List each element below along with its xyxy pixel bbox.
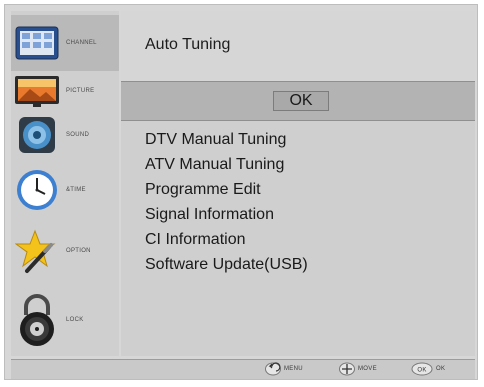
menu-item-dtv-manual-tuning[interactable]: DTV Manual Tuning	[145, 127, 308, 152]
hint-menu: MENU	[265, 362, 303, 376]
menu-item-software-update[interactable]: Software Update(USB)	[145, 252, 308, 277]
option-icon	[11, 225, 63, 277]
ok-button[interactable]: OK	[273, 91, 329, 111]
sidebar-item-label: CHANNEL	[66, 40, 97, 46]
sidebar-item-label: LOCK	[66, 317, 84, 323]
menu-item-atv-manual-tuning[interactable]: ATV Manual Tuning	[145, 152, 308, 177]
hint-label: OK	[436, 366, 446, 372]
sidebar-item-time[interactable]: &TIME	[11, 161, 119, 219]
hint-label: MENU	[284, 366, 303, 372]
lock-icon	[11, 294, 63, 346]
sidebar-item-label: &TIME	[66, 187, 86, 193]
menu-item-signal-information[interactable]: Signal Information	[145, 202, 308, 227]
category-sidebar: CHANNEL PICTURE SOUND &TIME OPTION LOCK	[11, 11, 119, 356]
sidebar-item-label: SOUND	[66, 132, 90, 138]
back-arrow-icon	[265, 362, 281, 376]
sound-icon	[11, 109, 63, 161]
hint-move: MOVE	[339, 362, 377, 376]
menu-item-ci-information[interactable]: CI Information	[145, 227, 308, 252]
sidebar-item-option[interactable]: OPTION	[11, 223, 119, 279]
sidebar-item-sound[interactable]: SOUND	[11, 111, 119, 159]
menu-item-programme-edit[interactable]: Programme Edit	[145, 177, 308, 202]
sidebar-item-channel[interactable]: CHANNEL	[11, 15, 119, 71]
hint-label: MOVE	[358, 366, 377, 372]
tv-menu-frame: CHANNEL PICTURE SOUND &TIME OPTION LOCK …	[4, 4, 478, 380]
clock-icon	[11, 164, 63, 216]
ok-key-icon: OK	[411, 362, 433, 376]
channel-menu-list: DTV Manual Tuning ATV Manual Tuning Prog…	[145, 127, 308, 277]
svg-text:OK: OK	[417, 368, 426, 374]
menu-title-bar: Auto Tuning	[121, 11, 475, 81]
hint-ok: OK OK	[411, 362, 445, 376]
dpad-icon	[339, 362, 355, 376]
auto-tuning-item[interactable]: Auto Tuning	[145, 36, 230, 54]
sidebar-item-lock[interactable]: LOCK	[11, 289, 119, 351]
channel-menu-panel: Auto Tuning OK DTV Manual Tuning ATV Man…	[121, 11, 475, 356]
selection-highlight: OK	[121, 81, 475, 121]
key-hint-bar: MENU MOVE OK OK	[11, 359, 475, 379]
channel-icon	[11, 17, 63, 69]
sidebar-item-picture[interactable]: PICTURE	[11, 69, 119, 113]
sidebar-item-label: PICTURE	[66, 88, 95, 94]
sidebar-item-label: OPTION	[66, 248, 91, 254]
